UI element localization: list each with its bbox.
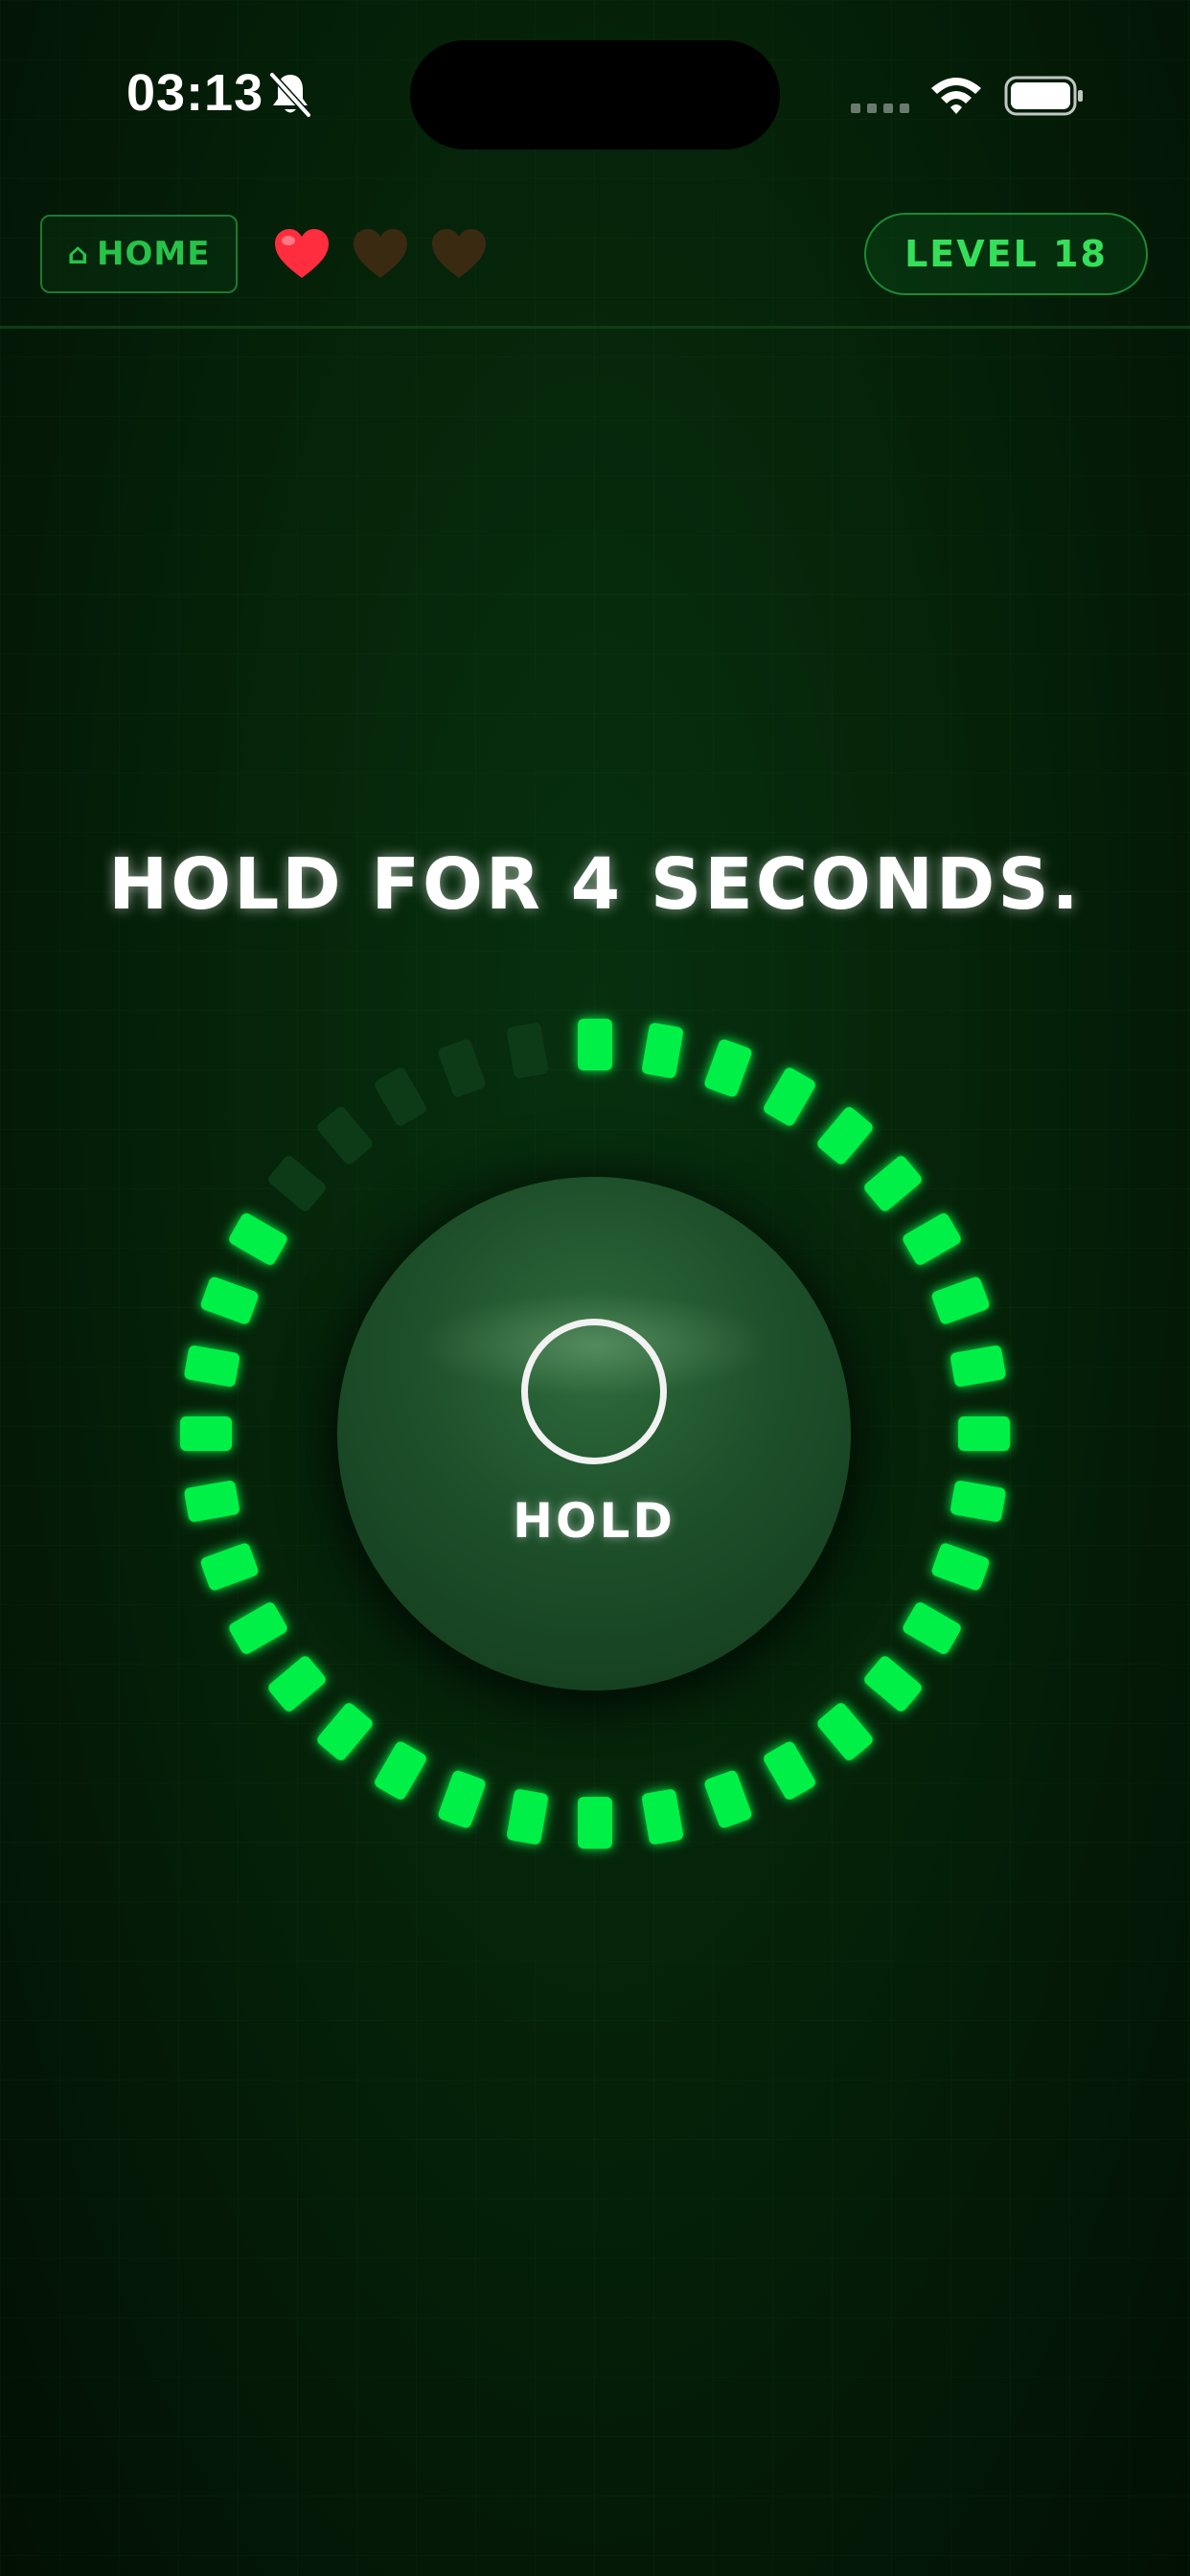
ring-segment-lit xyxy=(578,1019,612,1070)
ring-segment-lit xyxy=(958,1416,1010,1451)
ring-segment-lit xyxy=(184,1481,240,1522)
ring-segment-lit xyxy=(642,1023,683,1078)
ring-segment-lit xyxy=(764,1068,815,1126)
ring-segment-lit xyxy=(229,1213,287,1265)
ring-segment-lit xyxy=(817,1703,873,1760)
ring-segment-lit xyxy=(931,1276,990,1324)
ring-segment-lit xyxy=(864,1656,922,1712)
ring-segment-lit xyxy=(950,1481,1006,1522)
ring-segment-lit xyxy=(375,1741,426,1800)
ring-segment-lit xyxy=(931,1543,990,1591)
ring-segment-lit xyxy=(704,1770,752,1828)
hold-label: HOLD xyxy=(513,1493,675,1549)
ring-segment-lit xyxy=(229,1602,287,1654)
ring-segment-lit xyxy=(764,1741,815,1800)
ring-segment-lit xyxy=(950,1346,1006,1387)
ring-segment-lit xyxy=(864,1156,922,1211)
ring-segment-lit xyxy=(317,1703,373,1760)
ring-segment-lit xyxy=(642,1789,683,1845)
ring-segment-lit xyxy=(704,1039,752,1097)
ring-segment-dim xyxy=(317,1107,373,1164)
ring-segment-lit xyxy=(268,1656,326,1712)
ring-segment-dim xyxy=(268,1156,326,1211)
ring-segment-lit xyxy=(507,1789,548,1845)
ring-segment-lit xyxy=(180,1416,232,1451)
ring-segment-lit xyxy=(438,1770,486,1828)
ring-segment-lit xyxy=(578,1797,612,1849)
ring-segment-lit xyxy=(903,1602,961,1654)
ring-segment-lit xyxy=(817,1107,873,1164)
ring-segment-lit xyxy=(903,1213,961,1265)
ring-segment-dim xyxy=(375,1068,426,1126)
ring-segment-lit xyxy=(184,1346,240,1387)
ring-segment-lit xyxy=(200,1276,259,1324)
ring-segment-lit xyxy=(200,1543,259,1591)
ring-segment-dim xyxy=(438,1039,486,1097)
game-screen: 03:13 ⌂ HOME LEVEL 18 HOLD FOR 4 SECONDS… xyxy=(0,0,1190,2576)
hold-button[interactable]: HOLD xyxy=(337,1177,851,1690)
ring-segment-dim xyxy=(507,1023,548,1078)
circle-icon xyxy=(521,1319,667,1464)
